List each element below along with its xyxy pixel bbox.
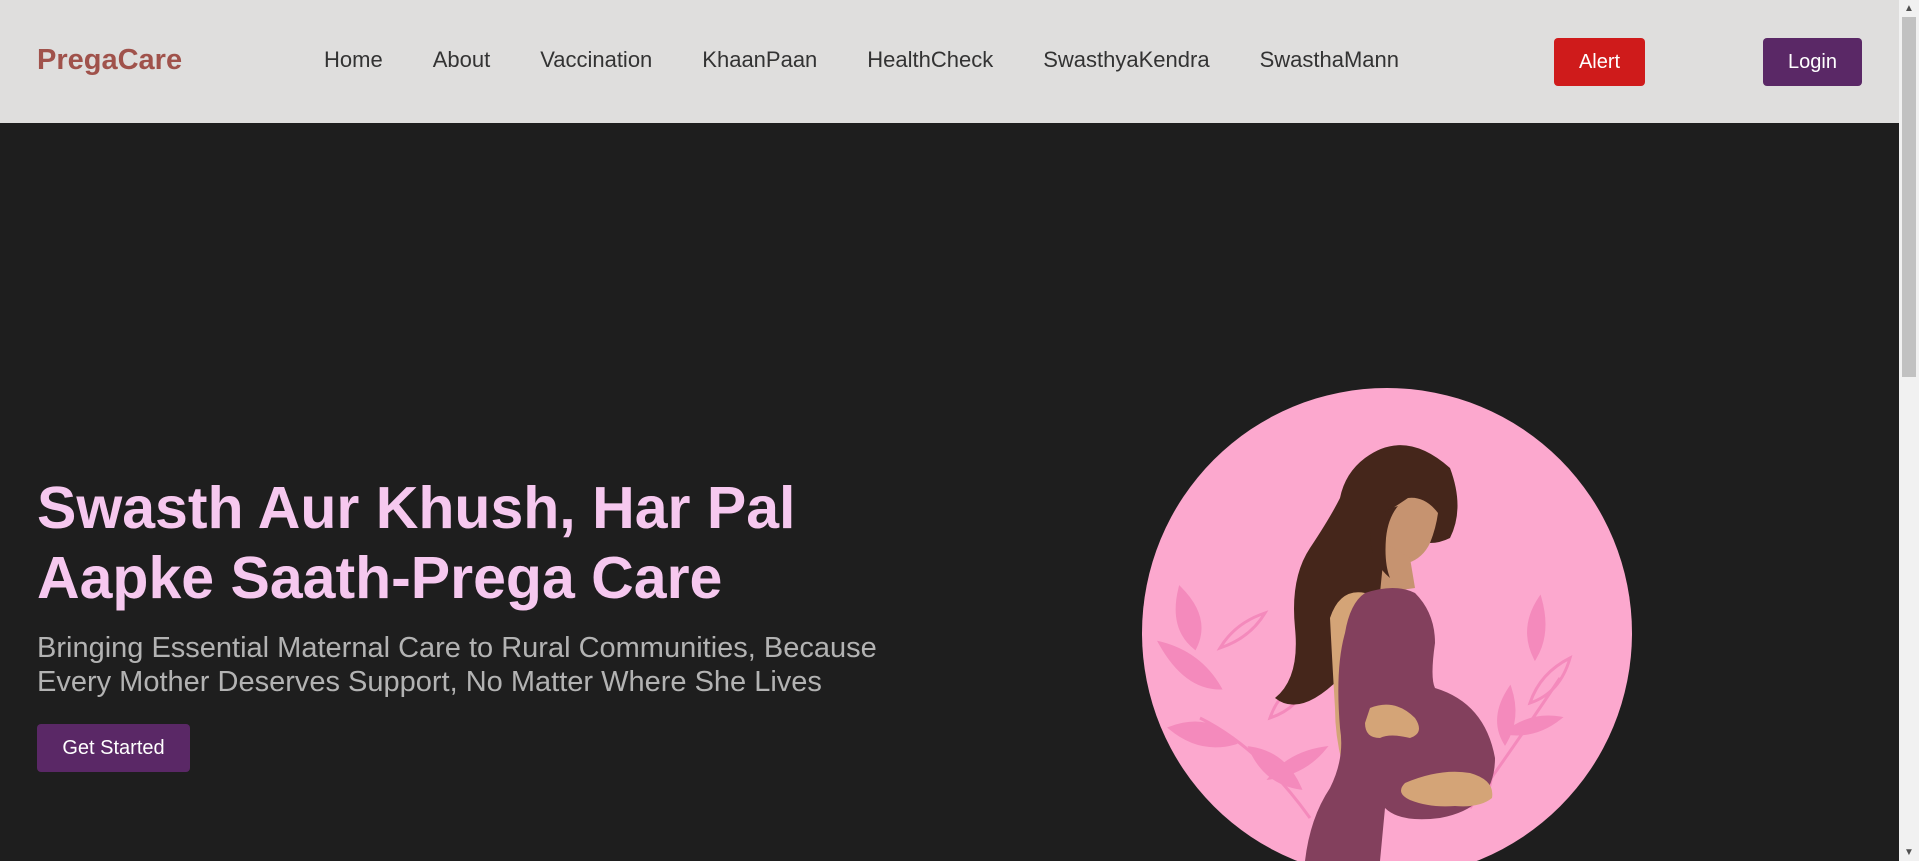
get-started-button[interactable]: Get Started [37,724,190,772]
brand-logo[interactable]: PregaCare [37,44,182,77]
scrollbar-thumb[interactable] [1902,17,1916,377]
alert-button[interactable]: Alert [1554,38,1645,86]
nav-link-khaanpaan[interactable]: KhaanPaan [702,46,817,74]
nav-links: Home About Vaccination KhaanPaan HealthC… [324,46,1449,74]
login-button[interactable]: Login [1763,38,1862,86]
nav-link-healthcheck[interactable]: HealthCheck [867,46,993,74]
nav-link-swasthyakendra[interactable]: SwasthyaKendra [1043,46,1209,74]
nav-link-swasthamann[interactable]: SwasthaMann [1260,46,1399,74]
hero-section: Swasth Aur Khush, Har Pal Aapke Saath-Pr… [0,123,1899,861]
nav-link-home[interactable]: Home [324,46,383,74]
hero-subtitle: Bringing Essential Maternal Care to Rura… [37,632,877,698]
scroll-down-arrow-icon[interactable]: ▼ [1899,844,1919,861]
nav-link-vaccination[interactable]: Vaccination [540,46,652,74]
pregnant-woman-illustration [1142,388,1632,861]
hero-title: Swasth Aur Khush, Har Pal Aapke Saath-Pr… [37,475,796,611]
scroll-up-arrow-icon[interactable]: ▲ [1899,0,1919,17]
nav-link-about[interactable]: About [433,46,491,74]
vertical-scrollbar[interactable]: ▲ ▼ [1899,0,1919,861]
navbar: PregaCare Home About Vaccination KhaanPa… [0,0,1899,123]
